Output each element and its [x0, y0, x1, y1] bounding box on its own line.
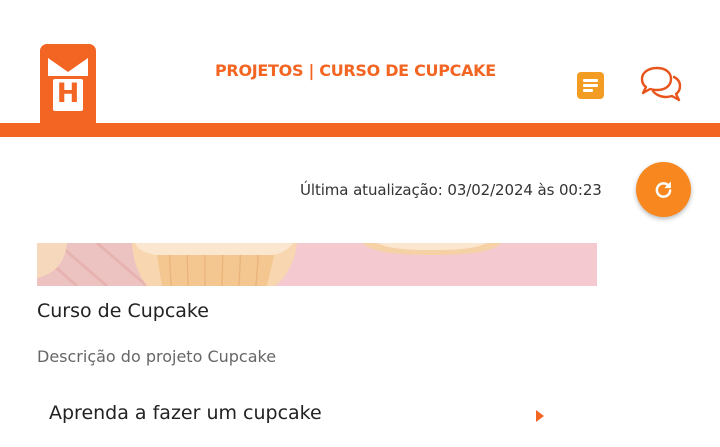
- last-update-text: Última atualização: 03/02/2024 às 00:23: [300, 181, 602, 199]
- refresh-button[interactable]: [636, 162, 691, 217]
- chat-bubbles-icon[interactable]: [638, 66, 684, 104]
- course-title: Curso de Cupcake: [37, 300, 209, 322]
- app-header: H PROJETOS | CURSO DE CUPCAKE: [0, 0, 720, 126]
- logo-roof-icon: [48, 58, 88, 76]
- app-logo[interactable]: H: [40, 44, 96, 126]
- logo-letter: H: [56, 78, 80, 109]
- logo-mark: H: [53, 78, 83, 111]
- cupcake-photo: [37, 243, 597, 286]
- course-banner-image: [37, 243, 597, 286]
- lesson-list-item[interactable]: Aprenda a fazer um cupcake: [37, 394, 557, 434]
- document-icon[interactable]: [577, 72, 604, 99]
- chevron-right-icon: [536, 410, 544, 422]
- page-title: PROJETOS | CURSO DE CUPCAKE: [215, 61, 496, 80]
- header-divider-bar: [0, 123, 720, 137]
- lesson-label: Aprenda a fazer um cupcake: [49, 402, 322, 424]
- refresh-icon: [655, 181, 672, 198]
- course-description: Descrição do projeto Cupcake: [37, 347, 277, 366]
